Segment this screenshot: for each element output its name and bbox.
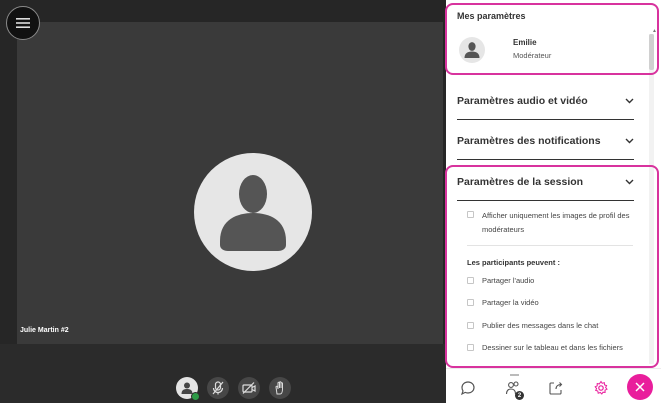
microphone-off-icon (212, 381, 224, 395)
hamburger-icon (16, 18, 30, 28)
tab-attendees[interactable]: 2 (501, 376, 525, 400)
camera-off-icon (242, 382, 256, 394)
section-notifications[interactable]: Paramètres des notifications (457, 122, 634, 160)
chevron-down-icon (624, 136, 634, 146)
attendees-count-badge: 2 (515, 391, 524, 400)
camera-toggle-button[interactable] (238, 377, 260, 399)
media-controls (176, 377, 291, 401)
highlight-frame-session (445, 165, 659, 368)
highlight-frame-profile (445, 3, 659, 75)
participant-avatar (194, 153, 312, 271)
session-menu-button[interactable] (6, 6, 40, 40)
raise-hand-button[interactable] (269, 377, 291, 399)
tab-chat[interactable] (456, 376, 480, 400)
video-stage: Julie Martin #2 (0, 0, 446, 403)
panel-tabbar: 2 (446, 368, 661, 403)
my-status-button[interactable] (176, 377, 200, 401)
tab-settings[interactable] (589, 376, 613, 400)
close-panel-button[interactable] (627, 374, 653, 400)
chevron-down-icon (624, 96, 634, 106)
participant-name: Julie Martin #2 (20, 327, 69, 334)
tab-share-content[interactable] (544, 376, 568, 400)
share-content-icon (549, 382, 563, 395)
online-status-dot (191, 392, 200, 401)
gear-icon (594, 380, 608, 395)
video-tile: Julie Martin #2 (17, 22, 443, 344)
section-notifications-label: Paramètres des notifications (457, 134, 601, 147)
person-icon (220, 175, 286, 251)
microphone-toggle-button[interactable] (207, 377, 229, 399)
chat-bubble-icon (460, 381, 475, 396)
close-icon (635, 382, 645, 392)
section-audio-video-label: Paramètres audio et vidéo (457, 94, 588, 107)
raise-hand-icon (275, 381, 283, 395)
section-audio-video[interactable]: Paramètres audio et vidéo (457, 82, 634, 120)
